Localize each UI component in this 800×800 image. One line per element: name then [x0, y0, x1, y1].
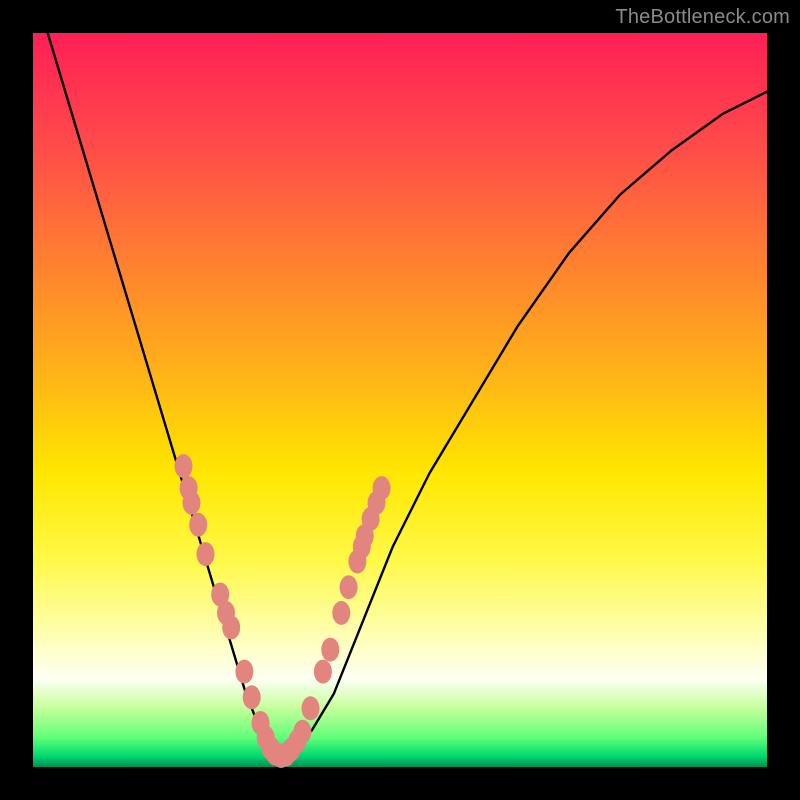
curve-marker — [235, 660, 253, 684]
curve-marker — [197, 542, 215, 566]
curve-marker — [314, 660, 332, 684]
curve-markers — [175, 454, 391, 768]
curve-marker — [293, 720, 311, 744]
curve-marker — [175, 454, 193, 478]
curve-marker — [340, 575, 358, 599]
curve-marker — [183, 491, 201, 515]
plot-area — [33, 33, 767, 767]
curve-marker — [243, 685, 261, 709]
bottleneck-curve — [33, 0, 767, 752]
chart-svg — [33, 33, 767, 767]
watermark-text: TheBottleneck.com — [615, 6, 790, 29]
curve-marker — [189, 513, 207, 537]
chart-stage: TheBottleneck.com — [0, 0, 800, 800]
curve-marker — [321, 638, 339, 662]
curve-marker — [222, 616, 240, 640]
curve-marker — [302, 696, 320, 720]
curve-marker — [373, 476, 391, 500]
curve-marker — [332, 601, 350, 625]
